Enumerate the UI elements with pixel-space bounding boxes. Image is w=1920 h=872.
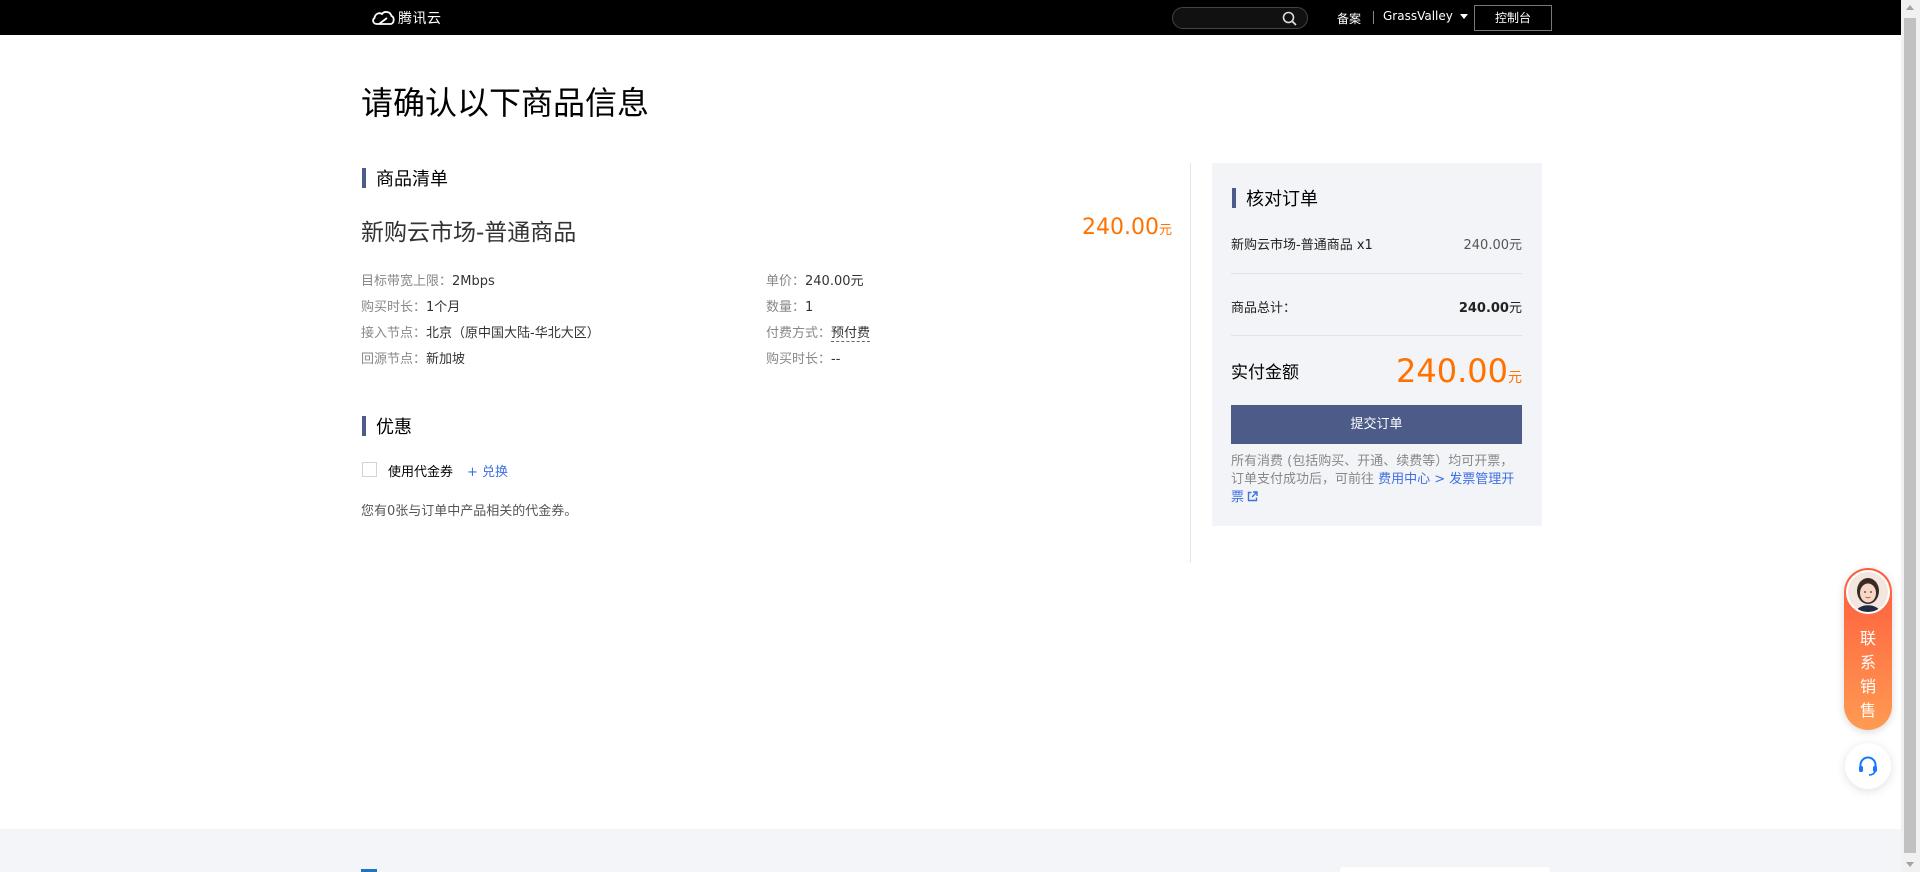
order-total-row: 商品总计： 240.00元 (1231, 297, 1522, 316)
sales-text-char: 销 (1859, 677, 1876, 696)
spec-value: 1 (805, 300, 814, 315)
discount-section-header: 优惠 (362, 413, 412, 439)
goods-section-title: 商品清单 (376, 169, 448, 190)
footer-input-edge (1340, 867, 1550, 872)
order-total-value: 240.00元 (1459, 297, 1522, 316)
pay-amount-label: 实付金额 (1231, 363, 1299, 383)
scroll-thumb[interactable] (1904, 18, 1916, 853)
section-accent-bar (362, 416, 366, 436)
section-accent-bar (1232, 188, 1236, 208)
spec-key: 单价： (766, 274, 806, 289)
use-voucher-checkbox[interactable] (362, 462, 377, 477)
spec-duration: 购买时长：1个月 (361, 296, 460, 315)
logo-text: 腾讯云 (398, 11, 442, 27)
spec-value: -- (831, 352, 841, 367)
order-total-number: 240.00 (1458, 301, 1509, 316)
order-summary-panel: 核对订单 新购云市场-普通商品 x1 240.00元 商品总计： 240.00元… (1212, 163, 1542, 526)
goods-section-header: 商品清单 (362, 165, 448, 191)
headset-icon (1859, 756, 1877, 776)
agent-avatar-icon (1848, 572, 1888, 612)
pay-amount: 240.00元 (1396, 352, 1522, 390)
divider (1231, 335, 1522, 336)
spec-value: 新加坡 (426, 352, 466, 367)
cloud-logo-icon (372, 11, 395, 25)
order-total-unit: 元 (1508, 301, 1522, 316)
order-item-row: 新购云市场-普通商品 x1 240.00元 (1231, 234, 1522, 253)
sales-text-char: 售 (1859, 701, 1876, 720)
product-price-value: 240.00 (1082, 215, 1159, 240)
order-item-label: 新购云市场-普通商品 x1 (1231, 238, 1373, 253)
redeem-voucher-link[interactable]: + 兑换 (467, 461, 508, 480)
spec-duration-2: 购买时长：-- (766, 348, 840, 367)
spec-value: 北京（原中国大陆-华北大区） (426, 326, 600, 341)
discount-section-title: 优惠 (376, 417, 412, 438)
page-title: 请确认以下商品信息 (361, 84, 650, 122)
spec-key: 目标带宽上限： (361, 274, 453, 289)
voucher-note: 您有0张与订单中产品相关的代金券。 (361, 504, 578, 519)
spec-key: 购买时长： (361, 300, 427, 315)
nav-divider (1373, 11, 1374, 24)
search-input[interactable] (1172, 7, 1308, 29)
sales-text-char: 联 (1859, 629, 1876, 648)
order-item-price: 240.00元 (1463, 238, 1523, 253)
beian-link[interactable]: 备案 (1337, 10, 1361, 27)
use-voucher-label[interactable]: 使用代金券 (388, 461, 453, 480)
order-section-header: 核对订单 (1232, 185, 1318, 211)
submit-order-button[interactable]: 提交订单 (1231, 405, 1522, 444)
spec-key: 购买时长： (766, 352, 832, 367)
spec-value: 240.00元 (805, 274, 864, 289)
caret-down-icon (1459, 13, 1468, 19)
user-menu[interactable]: GrassValley (1383, 9, 1468, 23)
pay-amount-unit: 元 (1508, 370, 1522, 386)
spec-bandwidth: 目标带宽上限：2Mbps (361, 270, 495, 289)
product-name: 新购云市场-普通商品 (361, 220, 577, 246)
vertical-scrollbar[interactable] (1901, 0, 1920, 872)
scroll-up-arrow-icon[interactable] (1906, 5, 1914, 10)
spec-value: 2Mbps (452, 274, 495, 289)
spec-access-node: 接入节点：北京（原中国大陆-华北大区） (361, 322, 600, 341)
spec-key: 回源节点： (361, 352, 427, 367)
payment-method-tooltip-trigger[interactable]: 预付费 (831, 326, 871, 342)
top-navbar: 腾讯云 备案 GrassValley 控制台 (0, 0, 1901, 35)
spec-key: 付费方式： (766, 326, 832, 341)
spec-unit-price: 单价：240.00元 (766, 270, 864, 289)
spec-key: 接入节点： (361, 326, 427, 341)
spec-payment-method: 付费方式：预付费 (766, 322, 871, 342)
spec-key: 数量： (766, 300, 806, 315)
username: GrassValley (1383, 9, 1453, 23)
footer (0, 829, 1901, 872)
spec-quantity: 数量：1 (766, 296, 813, 315)
sales-avatar (1846, 570, 1890, 614)
order-total-label: 商品总计： (1231, 301, 1297, 316)
sales-text-char: 系 (1859, 653, 1876, 672)
console-button[interactable]: 控制台 (1474, 5, 1552, 31)
logo[interactable]: 腾讯云 (371, 8, 442, 28)
section-accent-bar (362, 168, 366, 188)
external-link-icon (1247, 491, 1258, 502)
order-section-title: 核对订单 (1246, 189, 1318, 210)
invoice-note: 所有消费 (包括购买、开通、续费等）均可开票，订单支付成功后，可前往 费用中心 … (1231, 453, 1526, 507)
contact-sales-widget[interactable]: 联 系 销 售 (1844, 568, 1892, 730)
spec-origin-node: 回源节点：新加坡 (361, 348, 465, 367)
search-icon[interactable] (1282, 11, 1297, 26)
column-divider (1190, 163, 1191, 563)
customer-support-button[interactable] (1845, 743, 1891, 789)
pay-amount-value: 240.00 (1396, 352, 1508, 390)
product-price-unit: 元 (1158, 223, 1172, 238)
spec-value: 1个月 (426, 300, 461, 315)
product-price: 240.00元 (1082, 215, 1172, 240)
divider (1231, 273, 1522, 274)
scroll-down-arrow-icon[interactable] (1906, 862, 1914, 867)
